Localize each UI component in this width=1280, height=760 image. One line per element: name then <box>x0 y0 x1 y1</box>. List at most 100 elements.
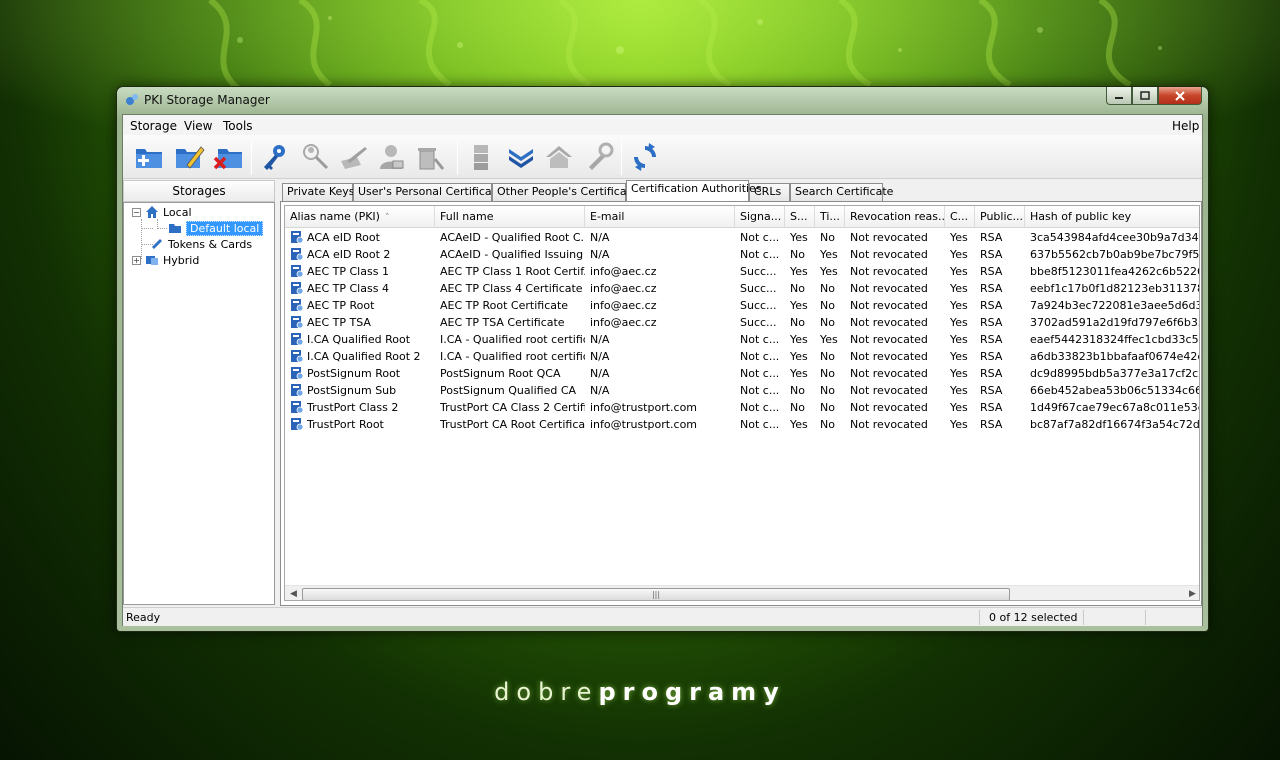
table-row[interactable]: TrustPort Root TrustPort CA Root Certific… <box>285 416 1199 433</box>
tree-label-tokens-cards: Tokens & Cards <box>168 237 253 251</box>
column-hash-public-key[interactable]: Hash of public key <box>1025 206 1199 228</box>
close-icon <box>1175 90 1185 101</box>
title-bar[interactable]: PKI Storage Manager <box>117 87 1208 113</box>
table-row[interactable]: PostSignum Root PostSignum Root QCA N/A Not… <box>285 365 1199 382</box>
tree-node-default-local[interactable]: Default local <box>168 220 264 236</box>
horizontal-scrollbar[interactable]: ◀ ||| ▶ <box>285 585 1199 600</box>
storage-tree[interactable]: − Local Default local Tokens & Cards + H… <box>123 202 275 605</box>
cell-revocation: Not revocated <box>850 384 928 397</box>
cell-signature: Succ... <box>740 316 777 329</box>
brand-bold: programy <box>598 678 786 706</box>
import-button[interactable] <box>505 141 537 173</box>
edit-storage-button[interactable] <box>173 141 205 173</box>
cell-full-name: I.CA - Qualified root certific... <box>440 350 585 363</box>
tab-certification-authorities[interactable]: Certification Authorities <box>626 180 762 201</box>
cell-signature: Succ... <box>740 282 777 295</box>
status-bar: Ready 0 of 12 selected <box>123 607 1202 626</box>
table-row[interactable]: AEC TP Root AEC TP Root Certificate info@a… <box>285 297 1200 314</box>
cell-hash: 7a924b3ec722081e3aee5d6d34a9c <box>1030 299 1200 312</box>
table-row[interactable]: TrustPort Class 2 TrustPort CA Class 2 Ce… <box>285 399 1199 416</box>
column-s[interactable]: S... <box>785 206 815 228</box>
scroll-left-icon[interactable]: ◀ <box>285 586 302 600</box>
cell-c: Yes <box>950 316 968 329</box>
close-button[interactable] <box>1158 87 1202 105</box>
table-row[interactable]: ACA eID Root 2 ACAeID - Qualified Issuing… <box>285 246 1199 263</box>
edit-storage-icon <box>176 146 205 169</box>
cell-alias: ACA eID Root <box>285 229 435 246</box>
cell-s: No <box>790 282 805 295</box>
find-user-button[interactable] <box>299 141 331 173</box>
brand-logo: dobreprogramy <box>0 678 1280 706</box>
table-row[interactable]: ACA eID Root ACAeID - Qualified Root C...… <box>285 229 1199 246</box>
tools-button[interactable] <box>583 141 615 173</box>
certificate-icon <box>291 299 304 312</box>
table-row[interactable]: AEC TP Class 1 AEC TP Class 1 Root Certif… <box>285 263 1199 280</box>
scrollbar-thumb[interactable]: ||| <box>302 588 1010 600</box>
cell-signature: Not c... <box>740 384 780 397</box>
column-email[interactable]: E-mail <box>585 206 735 228</box>
trash-button[interactable] <box>413 141 445 173</box>
collapse-icon[interactable]: − <box>132 207 141 217</box>
toolbar <box>123 135 1202 179</box>
app-icon <box>126 94 138 105</box>
cell-full-name: ACAeID - Qualified Root C... <box>440 231 585 244</box>
menu-view[interactable]: View <box>184 119 212 133</box>
cell-alias: AEC TP Class 4 <box>285 280 435 297</box>
scroll-right-icon[interactable]: ▶ <box>1184 586 1199 600</box>
tree-node-local[interactable]: − Local <box>132 204 192 220</box>
menu-bar: Storage View Tools Help <box>123 115 1202 135</box>
cell-time: No <box>820 299 835 312</box>
menu-tools[interactable]: Tools <box>223 119 253 133</box>
tab-users-personal-certificates[interactable]: User's Personal Certificates <box>353 183 508 201</box>
column-revocation-reason[interactable]: Revocation reas... <box>845 206 945 228</box>
tab-private-keys[interactable]: Private Keys <box>282 183 355 201</box>
delete-storage-button[interactable] <box>213 141 245 173</box>
column-time[interactable]: Ti... <box>815 206 845 228</box>
table-row[interactable]: I.CA Qualified Root I.CA - Qualified root… <box>285 331 1199 348</box>
expand-icon[interactable]: + <box>132 255 141 265</box>
tree-node-hybrid[interactable]: + Hybrid <box>132 252 199 268</box>
certificate-list[interactable]: Alias name (PKI) ˄ Full name E-mail Signa… <box>284 205 1200 601</box>
cell-email: N/A <box>590 248 610 261</box>
cell-email: N/A <box>590 367 610 380</box>
column-full-name[interactable]: Full name <box>435 206 585 228</box>
sign-button[interactable] <box>337 141 369 173</box>
table-row[interactable]: AEC TP Class 4 AEC TP Class 4 Certificate… <box>285 280 1199 297</box>
column-public-key[interactable]: Public... <box>975 206 1025 228</box>
certificate-icon <box>291 231 304 244</box>
table-row[interactable]: PostSignum Sub PostSignum Qualified CA N/A… <box>285 382 1199 399</box>
client-area: Storage View Tools Help Storages − Local… <box>122 114 1203 626</box>
alias-text: ACA eID Root 2 <box>307 248 391 261</box>
cell-full-name: AEC TP Class 1 Root Certif... <box>440 265 585 278</box>
cell-signature: Succ... <box>740 299 777 312</box>
cell-public-key: RSA <box>980 282 1003 295</box>
new-storage-button[interactable] <box>133 141 165 173</box>
menu-help[interactable]: Help <box>1172 119 1199 133</box>
maximize-icon <box>1140 90 1150 100</box>
status-separator <box>1083 610 1084 625</box>
key-button[interactable] <box>259 141 291 173</box>
cell-alias: PostSignum Sub <box>285 382 435 399</box>
cell-signature: Not c... <box>740 350 780 363</box>
pki-storage-manager-window: PKI Storage Manager Storage View Tools H… <box>116 86 1209 632</box>
tree-label-local: Local <box>163 205 192 219</box>
table-row[interactable]: I.CA Qualified Root 2 I.CA - Qualified ro… <box>285 348 1199 365</box>
refresh-button[interactable] <box>629 141 661 173</box>
cell-revocation: Not revocated <box>850 401 928 414</box>
tree-node-tokens-cards[interactable]: Tokens & Cards <box>150 236 252 252</box>
tab-other-peoples-certificates[interactable]: Other People's Certificates <box>492 183 643 201</box>
column-c[interactable]: C... <box>945 206 975 228</box>
home-button[interactable] <box>543 141 575 173</box>
user-certificate-button[interactable] <box>375 141 407 173</box>
minimize-button[interactable] <box>1106 87 1132 105</box>
cell-time: No <box>820 350 835 363</box>
export-button[interactable] <box>465 141 497 173</box>
maximize-button[interactable] <box>1132 87 1158 105</box>
column-signature[interactable]: Signa... <box>735 206 785 228</box>
table-row[interactable]: AEC TP TSA AEC TP TSA Certificate info@aec… <box>285 314 1199 331</box>
tab-search-certificate[interactable]: Search Certificate <box>790 183 893 201</box>
alias-text: I.CA Qualified Root 2 <box>307 350 421 363</box>
menu-storage[interactable]: Storage <box>130 119 177 133</box>
refresh-icon <box>634 143 656 171</box>
column-alias-name[interactable]: Alias name (PKI) ˄ <box>285 206 435 228</box>
